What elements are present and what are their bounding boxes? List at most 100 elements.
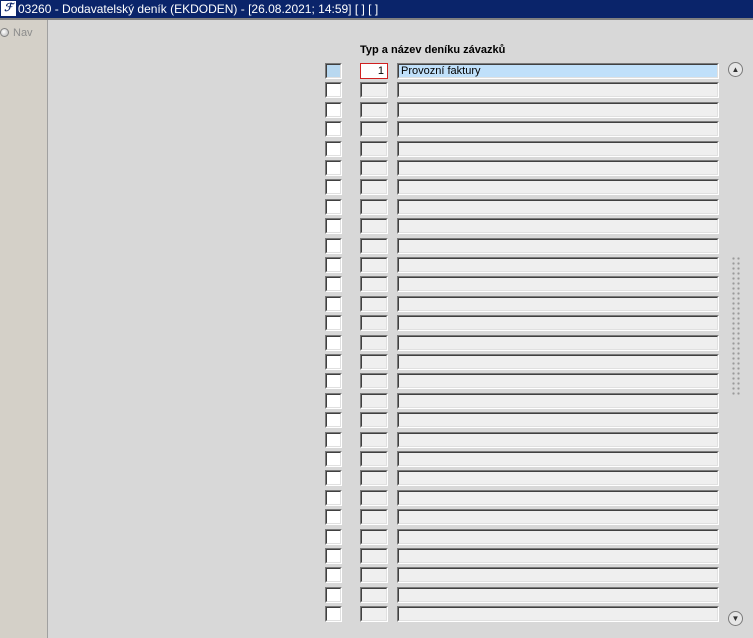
table-row[interactable]	[0, 587, 753, 605]
table-row[interactable]	[0, 548, 753, 566]
row-selector[interactable]	[325, 276, 342, 292]
name-field[interactable]	[397, 160, 719, 176]
type-field[interactable]	[360, 432, 388, 448]
table-row[interactable]	[0, 393, 753, 411]
name-field[interactable]: Provozní faktury	[397, 63, 719, 79]
row-selector[interactable]	[325, 373, 342, 389]
row-selector[interactable]	[325, 393, 342, 409]
name-field[interactable]	[397, 470, 719, 486]
table-row[interactable]	[0, 412, 753, 430]
type-field[interactable]	[360, 296, 388, 312]
table-row[interactable]	[0, 509, 753, 527]
row-selector[interactable]	[325, 567, 342, 583]
row-selector[interactable]	[325, 257, 342, 273]
row-selector[interactable]	[325, 141, 342, 157]
name-field[interactable]	[397, 179, 719, 195]
name-field[interactable]	[397, 121, 719, 137]
table-row[interactable]	[0, 238, 753, 256]
name-field[interactable]	[397, 199, 719, 215]
row-selector[interactable]	[325, 218, 342, 234]
type-field[interactable]	[360, 529, 388, 545]
table-row[interactable]	[0, 82, 753, 100]
name-field[interactable]	[397, 102, 719, 118]
nav-radio-button[interactable]	[0, 28, 9, 37]
name-field[interactable]	[397, 218, 719, 234]
name-field[interactable]	[397, 238, 719, 254]
type-field[interactable]	[360, 606, 388, 622]
name-field[interactable]	[397, 490, 719, 506]
type-field[interactable]	[360, 82, 388, 98]
row-selector[interactable]	[325, 529, 342, 545]
row-selector[interactable]	[325, 412, 342, 428]
name-field[interactable]	[397, 141, 719, 157]
row-selector[interactable]	[325, 82, 342, 98]
row-selector[interactable]	[325, 470, 342, 486]
row-selector[interactable]	[325, 490, 342, 506]
row-selector[interactable]	[325, 335, 342, 351]
row-selector[interactable]	[325, 315, 342, 331]
type-field[interactable]	[360, 102, 388, 118]
table-row[interactable]	[0, 432, 753, 450]
scroll-up-arrow-icon[interactable]: ▲	[728, 62, 743, 77]
table-row[interactable]	[0, 529, 753, 547]
type-field[interactable]	[360, 238, 388, 254]
name-field[interactable]	[397, 451, 719, 467]
type-field[interactable]	[360, 490, 388, 506]
table-row[interactable]	[0, 490, 753, 508]
row-selector[interactable]	[325, 587, 342, 603]
table-row[interactable]	[0, 470, 753, 488]
table-row[interactable]	[0, 257, 753, 275]
name-field[interactable]	[397, 257, 719, 273]
name-field[interactable]	[397, 335, 719, 351]
row-selector[interactable]	[325, 548, 342, 564]
table-row[interactable]	[0, 373, 753, 391]
row-selector[interactable]	[325, 238, 342, 254]
table-row[interactable]	[0, 218, 753, 236]
table-row[interactable]	[0, 335, 753, 353]
type-field[interactable]	[360, 199, 388, 215]
type-field[interactable]	[360, 509, 388, 525]
table-row[interactable]	[0, 296, 753, 314]
name-field[interactable]	[397, 529, 719, 545]
name-field[interactable]	[397, 393, 719, 409]
table-row[interactable]	[0, 276, 753, 294]
row-selector[interactable]	[325, 432, 342, 448]
name-field[interactable]	[397, 373, 719, 389]
name-field[interactable]	[397, 548, 719, 564]
row-selector[interactable]	[325, 121, 342, 137]
row-selector[interactable]	[325, 179, 342, 195]
type-field[interactable]	[360, 548, 388, 564]
table-row[interactable]	[0, 160, 753, 178]
type-field[interactable]	[360, 315, 388, 331]
row-selector[interactable]	[325, 102, 342, 118]
name-field[interactable]	[397, 315, 719, 331]
name-field[interactable]	[397, 296, 719, 312]
type-field[interactable]	[360, 179, 388, 195]
name-field[interactable]	[397, 354, 719, 370]
type-field[interactable]	[360, 587, 388, 603]
table-row[interactable]	[0, 354, 753, 372]
type-field[interactable]	[360, 470, 388, 486]
table-row[interactable]	[0, 121, 753, 139]
type-field[interactable]	[360, 141, 388, 157]
row-selector[interactable]	[325, 296, 342, 312]
name-field[interactable]	[397, 509, 719, 525]
name-field[interactable]	[397, 276, 719, 292]
type-field[interactable]	[360, 257, 388, 273]
name-field[interactable]	[397, 567, 719, 583]
name-field[interactable]	[397, 587, 719, 603]
type-field[interactable]	[360, 335, 388, 351]
row-selector[interactable]	[325, 63, 342, 79]
name-field[interactable]	[397, 412, 719, 428]
type-field[interactable]: 1	[360, 63, 388, 79]
type-field[interactable]	[360, 412, 388, 428]
name-field[interactable]	[397, 82, 719, 98]
table-row[interactable]	[0, 451, 753, 469]
type-field[interactable]	[360, 218, 388, 234]
vertical-scrollbar[interactable]: ▲ ▼	[728, 62, 744, 626]
table-row[interactable]	[0, 606, 753, 624]
name-field[interactable]	[397, 432, 719, 448]
type-field[interactable]	[360, 567, 388, 583]
row-selector[interactable]	[325, 199, 342, 215]
table-row[interactable]	[0, 315, 753, 333]
